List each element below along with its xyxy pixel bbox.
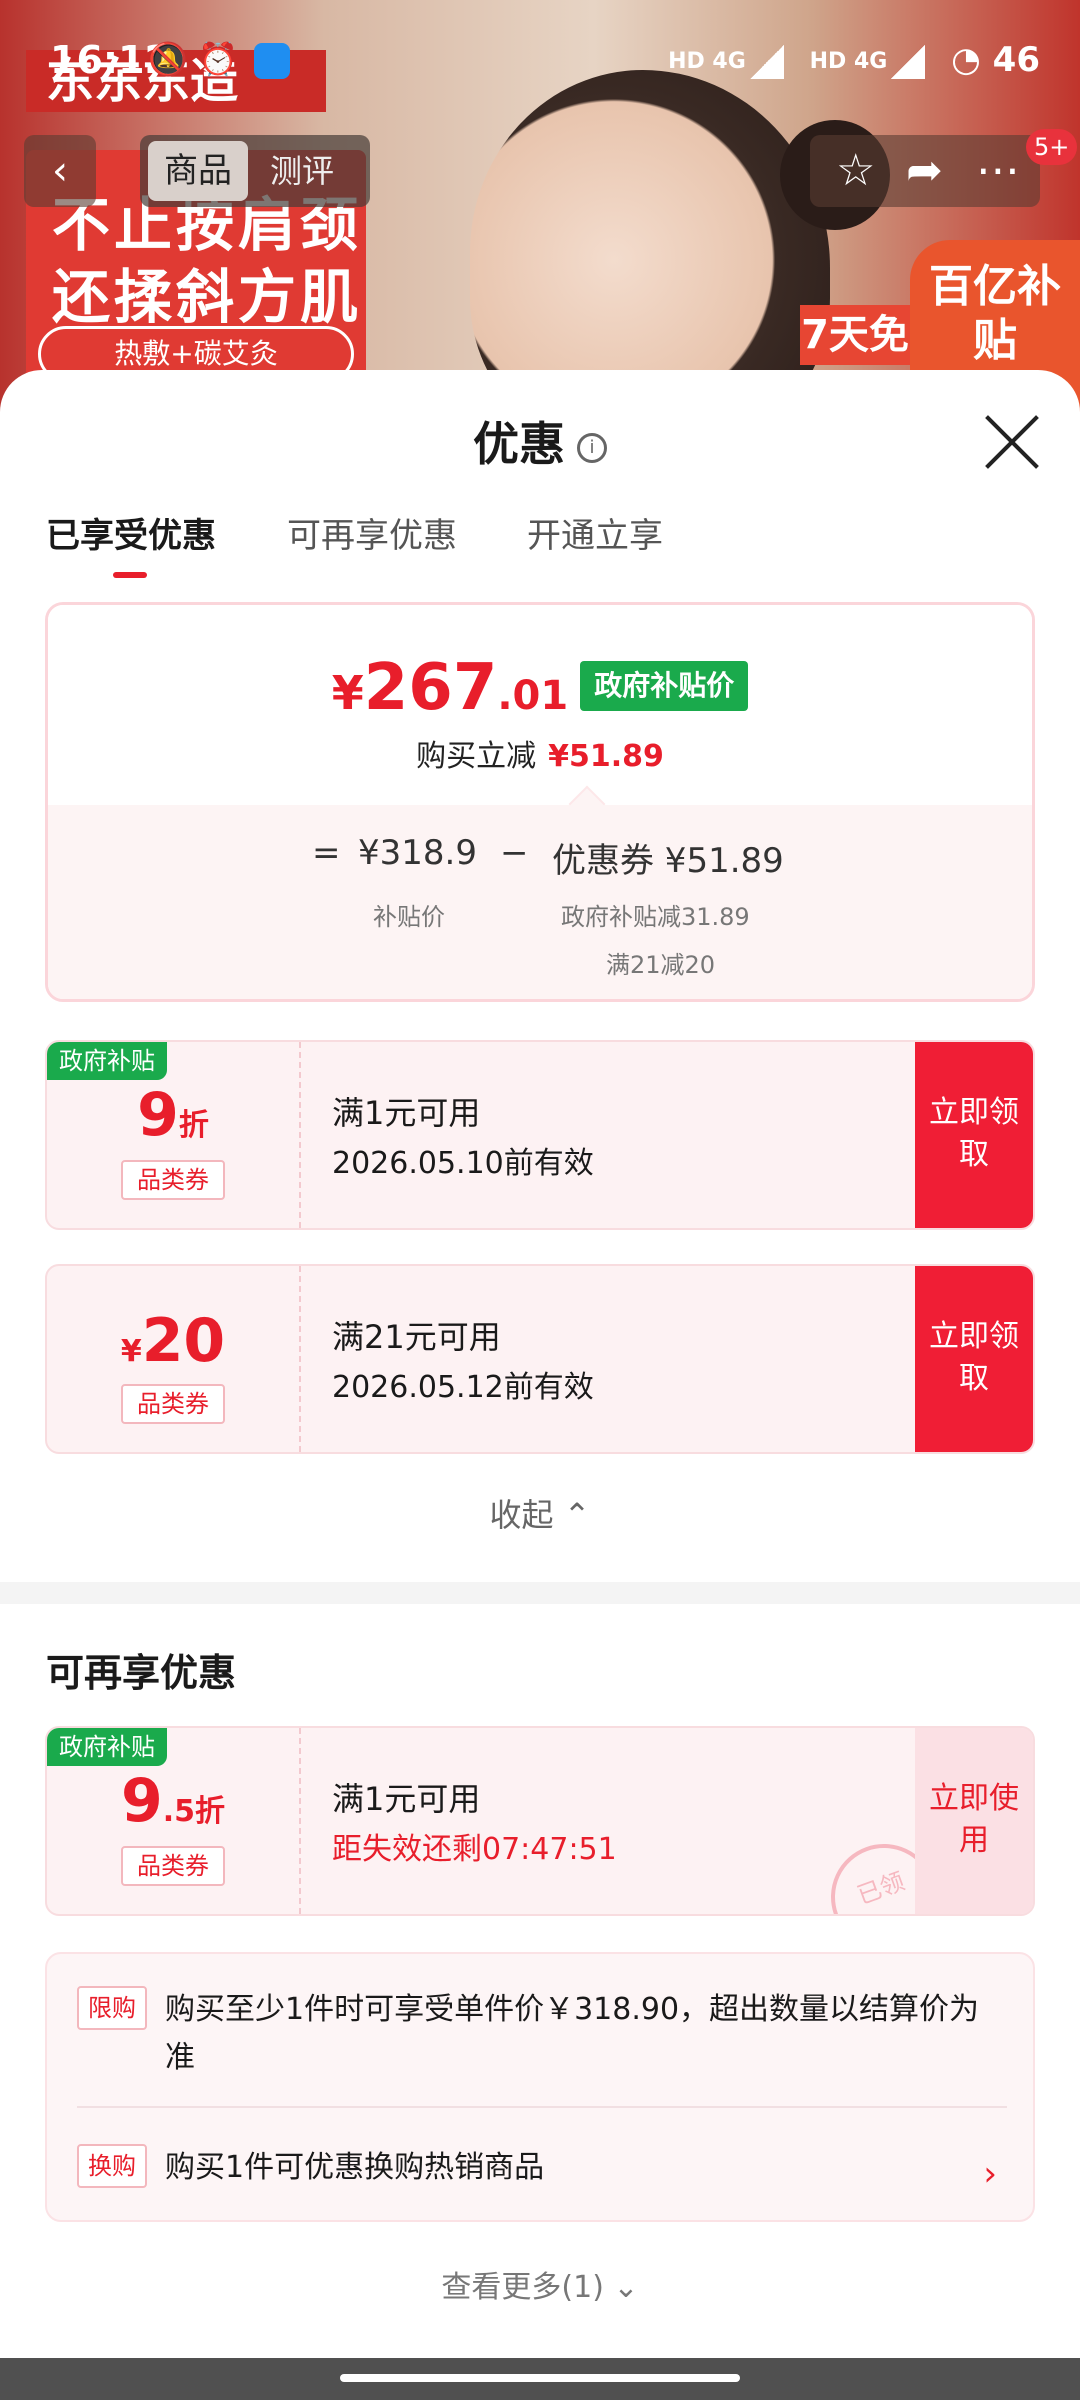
coupon-total: 优惠券 ¥51.89	[552, 841, 784, 881]
coupon-card: 政府补贴 9.5折 品类券 满1元可用 距失效还剩07:47:51 已领 立即使…	[45, 1726, 1035, 1916]
claim-coupon-button[interactable]: 立即领取	[915, 1266, 1033, 1452]
alarm-icon: ⏰	[198, 40, 238, 78]
model-photo	[470, 70, 830, 420]
use-coupon-button[interactable]: 立即使用	[915, 1728, 1033, 1914]
product-nav-bar: ‹ 商品 测评 ☆ ➦ ⋯ 5+	[0, 129, 1080, 211]
base-price: ¥318.9	[358, 833, 477, 873]
coupon-card: 政府补贴 9折 品类券 满1元可用 2026.05.10前有效 立即领取	[45, 1040, 1035, 1230]
sheet-title: 优惠 i	[0, 408, 1080, 474]
tab-indicator	[113, 572, 147, 578]
equals-sign: =	[312, 833, 341, 873]
close-icon[interactable]	[984, 414, 1040, 470]
view-more-button[interactable]: 查看更多(1) ⌄	[0, 2262, 1080, 2306]
status-right: HD 4G HD 4G ◔ 46	[668, 40, 1040, 80]
banner-line-2: 还揉斜方肌	[52, 263, 363, 331]
final-price: ¥267.01 政府补贴价	[48, 651, 1032, 725]
gov-subsidy-price-tag: 政府补贴价	[580, 661, 749, 711]
exchange-tag: 换购	[77, 2144, 147, 2188]
home-indicator[interactable]	[340, 2374, 740, 2382]
signal-icon-2: HD 4G	[810, 44, 926, 79]
tab-more-discounts[interactable]: 可再享优惠	[287, 508, 457, 557]
nav-actions: ☆ ➦ ⋯	[810, 135, 1040, 207]
battery-icon: ◔	[951, 40, 981, 80]
coupon-amount: 9折	[137, 1080, 209, 1150]
collapse-button[interactable]: 收起 ⌃	[0, 1490, 1080, 1536]
message-badge: 5+	[1026, 129, 1078, 165]
tab-enjoyed-discounts[interactable]: 已享受优惠	[46, 508, 216, 557]
gov-subsidy-tag: 政府补贴	[47, 1728, 167, 1766]
status-notification-icons: 🔕 ⏰	[148, 40, 291, 79]
coupon-condition: 满1元可用	[332, 1780, 481, 1818]
sheet-title-text: 优惠	[473, 417, 565, 471]
purchase-info-box: 限购 购买至少1件时可享受单件价￥318.90，超出数量以结算价为准 换购 购买…	[45, 1952, 1035, 2222]
section-divider	[0, 1582, 1080, 1604]
coupon-category: 品类券	[121, 1384, 225, 1424]
info-icon[interactable]: i	[577, 432, 607, 463]
coupon-condition: 满1元可用	[332, 1094, 481, 1132]
claim-coupon-button[interactable]: 立即领取	[915, 1042, 1033, 1228]
share-icon[interactable]: ➦	[906, 145, 943, 196]
limit-text: 购买至少1件时可享受单件价￥318.90，超出数量以结算价为准	[165, 1992, 980, 2075]
chevron-left-icon: ‹	[52, 148, 68, 194]
telegram-icon	[254, 43, 291, 79]
coupon-discount-detail: 满21减20	[606, 951, 716, 979]
coupon-card: ¥20 品类券 满21元可用 2026.05.12前有效 立即领取	[45, 1264, 1035, 1454]
more-discounts-title: 可再享优惠	[46, 1651, 237, 1695]
coupon-condition: 满21元可用	[332, 1318, 501, 1356]
discount-tabs: 已享受优惠 可再享优惠 开通立享	[0, 508, 1080, 588]
tab-review[interactable]: 测评	[270, 141, 334, 201]
coupon-countdown: 距失效还剩07:47:51	[332, 1832, 617, 1867]
tab-product[interactable]: 商品	[148, 141, 248, 201]
instant-discount: 购买立减 ¥51.89	[416, 739, 664, 774]
gov-discount-detail: 政府补贴减31.89	[561, 903, 750, 931]
status-bar: 16:12 🔕 ⏰ HD 4G HD 4G ◔ 46	[0, 0, 1080, 120]
coupon-validity: 2026.05.10前有效	[332, 1146, 594, 1181]
coupon-validity: 2026.05.12前有效	[332, 1370, 594, 1405]
discount-sheet: 优惠 i 已享受优惠 可再享优惠 开通立享 ¥267.01 政府补贴价 购买立减 ¥5…	[0, 370, 1080, 2358]
product-tabs: 商品 测评	[140, 135, 370, 207]
coupon-category: 品类券	[121, 1160, 225, 1200]
coupon-category: 品类券	[121, 1846, 225, 1886]
limit-tag: 限购	[77, 1986, 147, 2030]
base-price-label: 补贴价	[373, 903, 445, 931]
star-icon[interactable]: ☆	[836, 145, 875, 196]
gov-subsidy-tag: 政府补贴	[47, 1042, 167, 1080]
coupon-amount: ¥20	[120, 1306, 226, 1376]
minus-sign: −	[500, 833, 529, 873]
mute-icon: 🔕	[148, 40, 188, 78]
more-icon[interactable]: ⋯	[976, 145, 1020, 196]
coupon-amount: 9.5折	[120, 1766, 226, 1836]
signal-icon: HD 4G	[668, 44, 784, 79]
battery-level: 46	[992, 40, 1040, 80]
price-breakdown-card: ¥267.01 政府补贴价 购买立减 ¥51.89 = ¥318.9 − 优惠券 ¥…	[45, 602, 1035, 1002]
back-button[interactable]: ‹	[24, 135, 96, 207]
exchange-text: 购买1件可优惠换购热销商品	[165, 2150, 545, 2185]
tab-activate-discounts[interactable]: 开通立享	[527, 508, 663, 557]
seven-day-badge: 7天免	[800, 305, 910, 365]
chevron-right-icon[interactable]: ›	[983, 2154, 997, 2194]
